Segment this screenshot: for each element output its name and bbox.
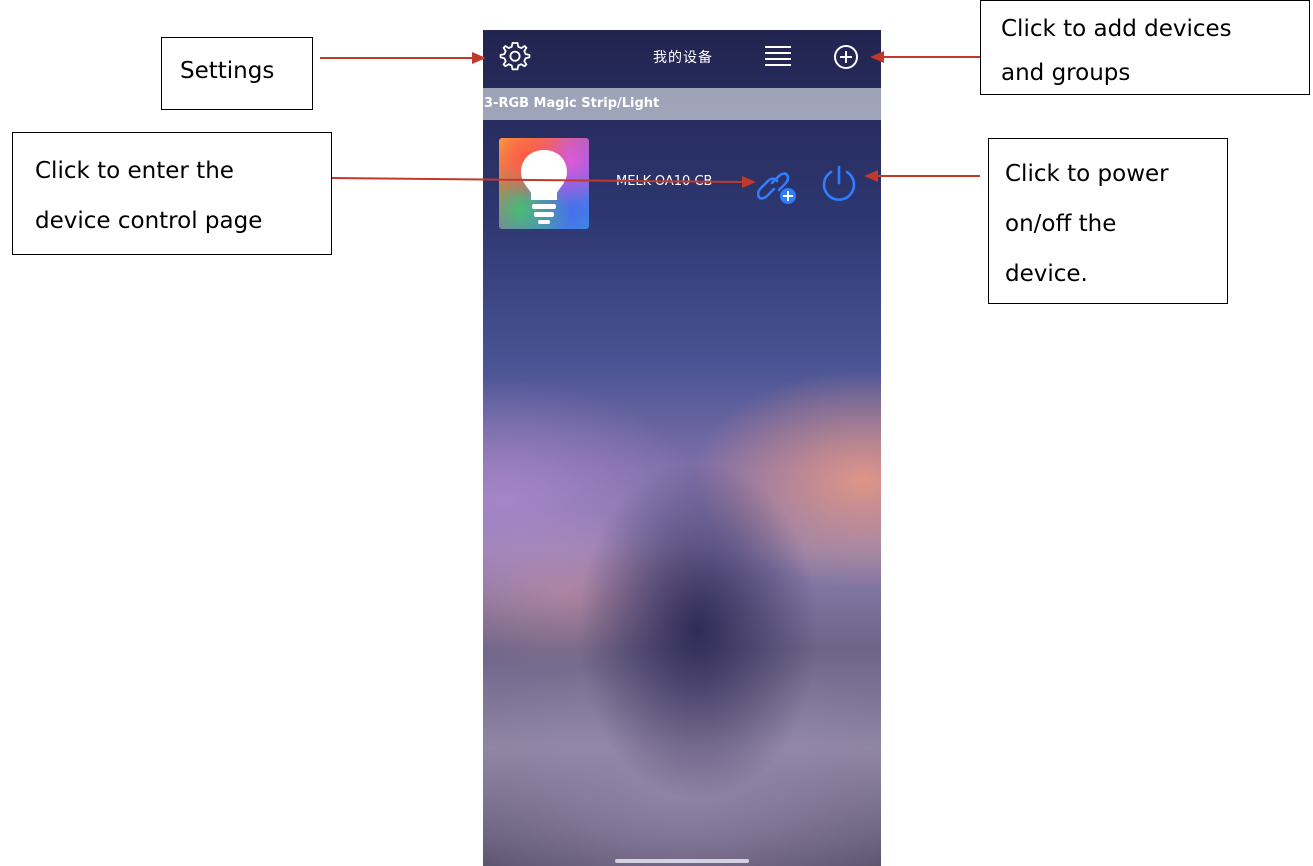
callout-settings: Settings <box>161 37 313 110</box>
light-bulb-icon <box>521 150 567 224</box>
add-device-button[interactable] <box>833 44 859 70</box>
page-title: 我的设备 <box>653 50 713 66</box>
callout-settings-text: Settings <box>180 58 275 84</box>
settings-button[interactable] <box>499 40 531 72</box>
device-item[interactable]: MELK-OA10 CB <box>499 138 869 230</box>
top-bar: 我的设备 <box>483 30 881 88</box>
device-group-header: 3-RGB Magic Strip/Light <box>483 88 881 120</box>
device-name: MELK-OA10 CB <box>616 174 713 189</box>
callout-power-line-3: device. <box>1005 261 1088 287</box>
list-icon <box>765 46 791 66</box>
callout-enter-device: Click to enter the device control page <box>12 132 332 255</box>
list-view-button[interactable] <box>763 42 793 70</box>
device-thumbnail[interactable] <box>499 138 589 229</box>
callout-add-line-2: and groups <box>1001 60 1131 86</box>
plus-circle-icon <box>834 45 858 69</box>
link-add-icon <box>756 172 796 204</box>
callout-enter-line-1: Click to enter the <box>35 158 234 184</box>
home-indicator[interactable] <box>615 859 749 863</box>
link-group-button[interactable] <box>756 166 799 206</box>
callout-power: Click to power on/off the device. <box>988 138 1228 304</box>
power-icon <box>822 165 856 201</box>
callout-add-devices: Click to add devices and groups <box>980 0 1310 95</box>
phone-screen: 我的设备 3-RGB Magic Strip/Light MELK-OA10 C… <box>483 30 881 866</box>
callout-add-line-1: Click to add devices <box>1001 16 1232 42</box>
gear-icon <box>499 42 531 71</box>
callout-power-line-2: on/off the <box>1005 211 1117 237</box>
power-toggle-button[interactable] <box>819 164 859 204</box>
callout-power-line-1: Click to power <box>1005 161 1169 187</box>
callout-enter-line-2: device control page <box>35 208 263 234</box>
